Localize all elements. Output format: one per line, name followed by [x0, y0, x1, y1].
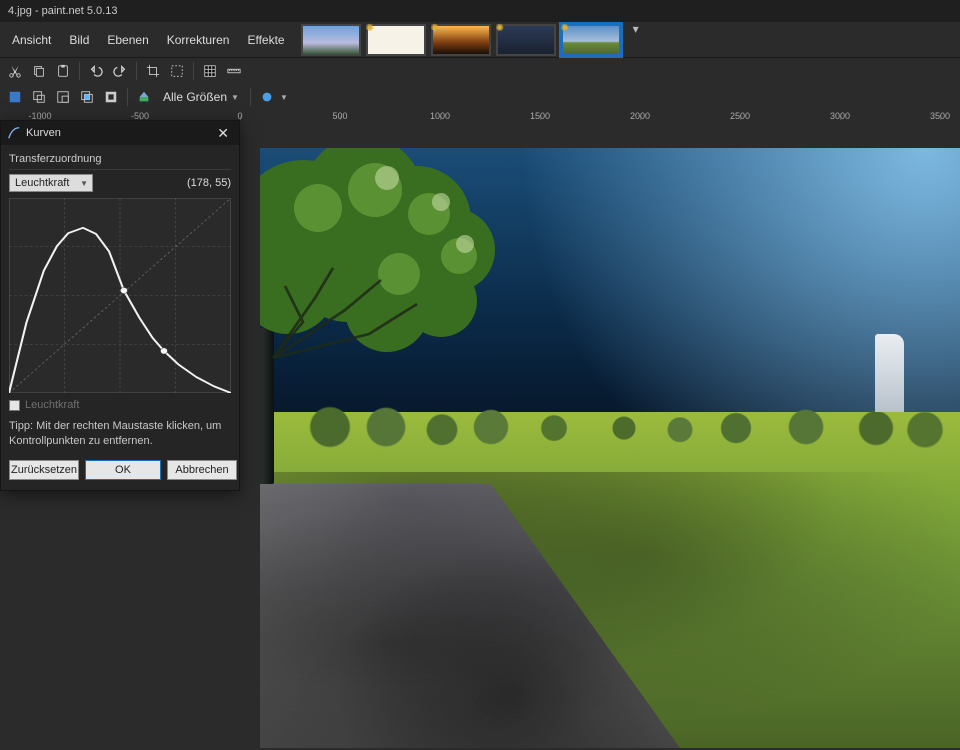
thumb-5[interactable]: ✺	[561, 24, 621, 56]
menu-bild[interactable]: Bild	[61, 29, 97, 51]
selection-invert-icon[interactable]	[100, 86, 122, 108]
toolbar-separator	[193, 62, 194, 80]
flood-mode-icon[interactable]	[133, 86, 155, 108]
cancel-button-label: Abbrechen	[175, 464, 228, 476]
unsaved-indicator-icon: ✺	[366, 24, 376, 34]
redo-icon[interactable]	[109, 60, 131, 82]
channel-checkbox-row: Leuchtkraft	[9, 399, 231, 411]
curve-editor[interactable]	[9, 198, 231, 393]
reset-button[interactable]: Zurücksetzen	[9, 460, 79, 480]
toolbar-row-1	[0, 58, 960, 84]
close-icon[interactable]: ✕	[213, 125, 233, 142]
curves-dialog: Kurven ✕ Transferzuordnung Leuchtkraft ▼…	[0, 120, 240, 491]
curve-coordinate-readout: (178, 55)	[187, 177, 231, 189]
thumbnails-menu-icon[interactable]: ▾	[629, 22, 643, 36]
dialog-titlebar[interactable]: Kurven ✕	[1, 121, 239, 145]
thumb-1[interactable]	[301, 24, 361, 56]
undo-icon[interactable]	[85, 60, 107, 82]
grid-icon[interactable]	[199, 60, 221, 82]
ruler-icon[interactable]	[223, 60, 245, 82]
toolbar-row-2: Alle Größen ▼ ▼	[0, 84, 960, 110]
thumb-4[interactable]: ✺	[496, 24, 556, 56]
menu-effekte[interactable]: Effekte	[239, 29, 292, 51]
crop-icon[interactable]	[142, 60, 164, 82]
main-area: Kurven ✕ Transferzuordnung Leuchtkraft ▼…	[0, 120, 960, 750]
channel-select-value: Leuchtkraft	[15, 177, 69, 189]
flood-sizes-dropdown[interactable]: Alle Größen ▼	[157, 90, 245, 104]
curves-icon	[7, 126, 21, 140]
paste-icon[interactable]	[52, 60, 74, 82]
chevron-down-icon: ▼	[231, 93, 239, 102]
toolbar-separator	[127, 88, 128, 106]
image-tree-canopy	[260, 148, 568, 436]
flood-sizes-label: Alle Größen	[163, 90, 227, 104]
unsaved-indicator-icon: ✺	[561, 24, 571, 34]
toolbar-separator	[136, 62, 137, 80]
menubar: AnsichtBildEbenenKorrekturenEffekte	[0, 22, 297, 57]
selection-replace-icon[interactable]	[4, 86, 26, 108]
reset-button-label: Zurücksetzen	[11, 464, 77, 476]
window-title: 4.jpg - paint.net 5.0.13	[8, 5, 117, 17]
ok-button[interactable]: OK	[85, 460, 161, 480]
chevron-down-icon: ▼	[80, 179, 88, 188]
copy-icon[interactable]	[28, 60, 50, 82]
titlebar: 4.jpg - paint.net 5.0.13	[0, 0, 960, 22]
menu-ansicht[interactable]: Ansicht	[4, 29, 59, 51]
thumbnail-strip: ✺ ✺ ✺ ✺	[297, 22, 625, 57]
luminosity-checkbox[interactable]	[9, 400, 20, 411]
toolbar-separator	[250, 88, 251, 106]
transfer-section-label: Transferzuordnung	[9, 153, 231, 170]
thumb-3[interactable]: ✺	[431, 24, 491, 56]
selection-intersect-icon[interactable]	[76, 86, 98, 108]
thumb-2[interactable]: ✺	[366, 24, 426, 56]
sampling-mode-icon[interactable]	[256, 86, 278, 108]
canvas-viewport[interactable]	[260, 148, 960, 750]
selection-subtract-icon[interactable]	[52, 86, 74, 108]
image-shadow-overlay	[260, 472, 960, 748]
deselect-icon[interactable]	[166, 60, 188, 82]
dialog-title: Kurven	[26, 127, 61, 139]
toolbar-separator	[79, 62, 80, 80]
unsaved-indicator-icon: ✺	[496, 24, 506, 34]
dialog-tip-text: Tipp: Mit der rechten Maustaste klicken,…	[9, 419, 231, 450]
cut-icon[interactable]	[4, 60, 26, 82]
top-row: AnsichtBildEbenenKorrekturenEffekte ✺✺✺✺…	[0, 22, 960, 58]
menu-korrekturen[interactable]: Korrekturen	[159, 29, 238, 51]
channel-select[interactable]: Leuchtkraft ▼	[9, 174, 93, 192]
selection-add-icon[interactable]	[28, 86, 50, 108]
menu-ebenen[interactable]: Ebenen	[99, 29, 156, 51]
unsaved-indicator-icon: ✺	[431, 24, 441, 34]
ok-button-label: OK	[115, 464, 131, 476]
cancel-button[interactable]: Abbrechen	[167, 460, 237, 480]
chevron-down-icon[interactable]: ▼	[280, 93, 288, 102]
dialog-body: Transferzuordnung Leuchtkraft ▼ (178, 55…	[1, 145, 239, 490]
luminosity-checkbox-label: Leuchtkraft	[25, 399, 79, 411]
canvas-image	[260, 148, 960, 748]
image-building	[875, 334, 904, 412]
